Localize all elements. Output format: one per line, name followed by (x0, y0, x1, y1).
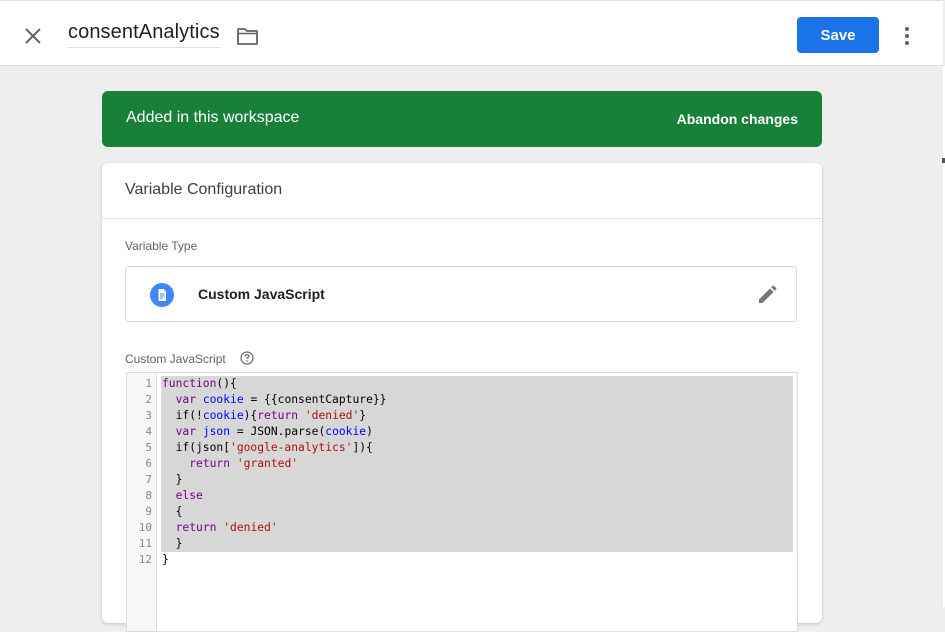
code-token: (){ (216, 377, 237, 390)
line-number: 2 (145, 393, 152, 406)
code-line[interactable]: if(json['google-analytics']){ (162, 440, 373, 456)
close-icon[interactable] (20, 23, 46, 49)
code-token: cookie (202, 409, 244, 422)
code-token: } (359, 409, 367, 422)
code-token: json (202, 425, 231, 438)
code-line[interactable]: var cookie = {{consentCapture}} (162, 392, 387, 408)
line-number: 1 (145, 377, 152, 390)
line-number: 3 (145, 409, 152, 422)
code-token: 'denied' (304, 409, 360, 422)
code-token: ]){ (352, 441, 373, 454)
code-editor[interactable]: 1 2 3 4 5 6 7 8 9 10 11 12 function(){ var cookie =… (126, 372, 798, 632)
code-token: return (175, 521, 217, 534)
code-token: } (162, 553, 169, 566)
code-token: } (162, 473, 183, 486)
code-token: return (189, 457, 231, 470)
code-token: var (175, 393, 197, 406)
code-line[interactable]: return 'denied' (162, 520, 278, 536)
variable-type-name: Custom JavaScript (198, 286, 325, 302)
help-icon[interactable] (240, 351, 254, 365)
custom-javascript-label: Custom JavaScript (125, 352, 226, 366)
banner-text: Added in this workspace (126, 109, 300, 126)
line-number-gutter: 1 2 3 4 5 6 7 8 9 10 11 12 (127, 373, 157, 631)
code-token: if(json[ (162, 441, 231, 454)
line-number: 11 (138, 537, 152, 550)
code-line[interactable]: function(){ (162, 376, 237, 392)
save-button[interactable]: Save (797, 17, 879, 53)
line-number: 4 (145, 425, 152, 438)
code-token: function (162, 377, 217, 390)
code-token: { (162, 505, 183, 518)
variable-type-label: Variable Type (125, 239, 198, 253)
abandon-changes-button[interactable]: Abandon changes (677, 111, 798, 127)
code-token: 'google-analytics' (230, 441, 353, 454)
pencil-icon[interactable] (756, 284, 778, 306)
code-token: else (175, 489, 203, 502)
code-token: if(! (162, 409, 203, 422)
code-token: 'granted' (236, 457, 299, 470)
workspace-status-banner: Added in this workspace Abandon changes (102, 91, 822, 147)
code-line[interactable]: { (162, 504, 183, 520)
variable-name[interactable]: consentAnalytics (68, 21, 220, 48)
top-bar: consentAnalytics Save (0, 0, 943, 66)
document-icon (150, 283, 174, 307)
line-number: 9 (145, 505, 152, 518)
variable-type-selector[interactable]: Custom JavaScript (125, 266, 797, 322)
divider (102, 218, 822, 219)
line-number: 12 (138, 553, 152, 566)
code-line[interactable]: var json = JSON.parse(cookie) (162, 424, 373, 440)
variable-name-field[interactable]: consentAnalytics (68, 21, 220, 48)
code-token: ){ (243, 409, 258, 422)
code-token: return (257, 409, 299, 422)
line-number: 6 (145, 457, 152, 470)
code-token: cookie (325, 425, 367, 438)
code-line[interactable]: } (162, 552, 169, 568)
code-token: cookie (202, 393, 244, 406)
code-line[interactable]: return 'granted' (162, 456, 298, 472)
code-token: = JSON.parse( (230, 425, 326, 438)
code-line[interactable]: else (162, 488, 203, 504)
variable-configuration-card: Variable Configuration Variable Type Cus… (102, 163, 822, 632)
code-line[interactable]: if(!cookie){return 'denied'} (162, 408, 367, 424)
code-line[interactable]: } (162, 472, 183, 488)
code-token: ) (366, 425, 373, 438)
code-token: = {{consentCapture}} (243, 393, 387, 406)
card-title: Variable Configuration (125, 181, 283, 198)
line-number: 8 (145, 489, 152, 502)
code-token: 'denied' (223, 521, 278, 534)
code-token: } (162, 537, 183, 550)
code-token: var (175, 425, 197, 438)
folder-icon[interactable] (236, 25, 260, 47)
line-number: 5 (145, 441, 152, 454)
code-line[interactable]: } (162, 536, 183, 552)
more-vert-icon[interactable] (897, 25, 917, 47)
line-number: 7 (145, 473, 152, 486)
line-number: 10 (138, 521, 152, 534)
